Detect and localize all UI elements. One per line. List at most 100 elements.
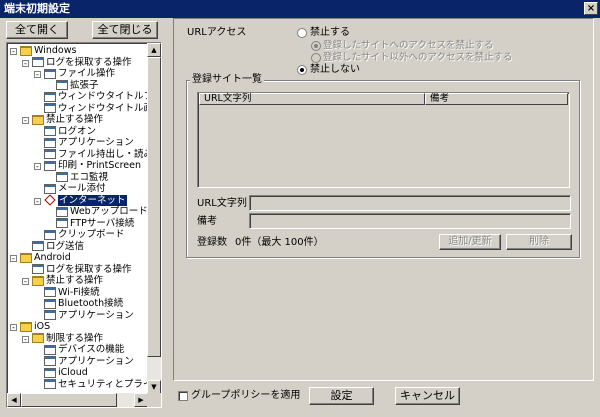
tree-item[interactable]: - iOS <box>10 321 50 333</box>
group-policy-label[interactable]: グループポリシーを適用 <box>191 390 300 402</box>
page-icon <box>44 126 56 136</box>
vertical-scroll-thumb[interactable] <box>147 57 161 357</box>
column-header-url[interactable]: URL文字列 <box>199 93 425 105</box>
tree-item-label: Wi-Fi接続 <box>58 286 100 298</box>
tree-item[interactable]: メール添付 <box>44 183 106 195</box>
add-update-button[interactable]: 追加/更新 <box>439 234 501 250</box>
tree-item[interactable]: - 制限する操作 <box>22 333 103 345</box>
tree-item[interactable]: - インターネット <box>34 194 127 207</box>
radio-allow[interactable] <box>297 65 307 75</box>
tree-item[interactable]: Bluetooth接続 <box>44 298 123 310</box>
registered-sites-list[interactable]: URL文字列 備考 <box>197 92 570 188</box>
tree-horizontal-scrollbar[interactable]: ◀ ▶ <box>7 393 148 407</box>
note-label: 備考 <box>197 216 217 227</box>
tree-item[interactable]: - 禁止する操作 <box>22 275 103 287</box>
tree-item[interactable]: - ログを採取する操作 <box>22 57 132 69</box>
settings-tree[interactable]: -Windows-ログを採取する操作-ファイル操作拡張子ウィンドウタイトルフィル… <box>6 42 162 408</box>
registered-sites-title: 登録サイト一覧 <box>190 74 264 86</box>
page-icon <box>44 379 56 389</box>
scroll-corner <box>147 393 161 407</box>
collapse-toggle-icon[interactable]: - <box>22 335 29 343</box>
cancel-button[interactable]: キャンセル <box>395 387 460 405</box>
tree-item-label: FTPサーバ接続 <box>70 217 135 229</box>
radio-prohibit-label[interactable]: 禁止する <box>310 27 350 39</box>
url-string-field[interactable] <box>249 195 571 211</box>
collapse-toggle-icon[interactable]: - <box>10 324 17 332</box>
ok-button[interactable]: 設定 <box>309 387 374 405</box>
tree-item[interactable]: デバイスの機能 <box>44 344 124 356</box>
radio-prohibit-unregistered[interactable] <box>311 53 321 63</box>
tree-item-label: メール添付 <box>58 183 106 194</box>
tree-item[interactable]: エコ監視 <box>56 172 108 184</box>
collapse-toggle-icon[interactable]: - <box>10 48 17 56</box>
collapse-toggle-icon[interactable]: - <box>10 255 17 263</box>
page-icon <box>56 172 68 182</box>
collapse-toggle-icon[interactable]: - <box>22 278 29 286</box>
tree-item[interactable]: アプリケーション <box>44 356 134 368</box>
tree-item[interactable]: - Windows <box>10 45 76 57</box>
scroll-down-icon[interactable]: ▼ <box>147 380 161 394</box>
radio-allow-label[interactable]: 禁止しない <box>310 64 360 76</box>
folder-icon <box>32 333 44 343</box>
column-header-note[interactable]: 備考 <box>425 93 568 105</box>
tree-item-label: クリップボード <box>58 229 125 240</box>
tree-item[interactable]: クリップボード <box>44 229 125 241</box>
page-icon <box>56 218 68 228</box>
scroll-right-icon[interactable]: ▶ <box>134 393 148 407</box>
page-icon <box>44 229 56 240</box>
note-field[interactable] <box>249 213 571 229</box>
page-icon <box>44 356 56 366</box>
tree-item[interactable]: - 印刷・PrintScreen <box>34 160 141 172</box>
tree-item[interactable]: Wi-Fi接続 <box>44 287 100 299</box>
delete-button[interactable]: 削除 <box>506 234 572 250</box>
radio-prohibit-registered[interactable] <box>311 41 321 51</box>
tree-item[interactable]: アプリケーション <box>44 310 134 322</box>
folder-icon <box>32 275 44 286</box>
tree-item-label: エコ監視 <box>70 171 109 183</box>
tree-item[interactable]: ファイル持出し・読み込 <box>44 149 148 161</box>
horizontal-scroll-thumb[interactable] <box>21 393 117 407</box>
tree-item-label: インターネット <box>58 194 127 206</box>
collapse-toggle-icon[interactable]: - <box>34 71 41 79</box>
collapse-all-button[interactable]: 全て閉じる <box>92 21 158 39</box>
collapse-toggle-icon[interactable]: - <box>34 163 41 171</box>
tree-item[interactable]: ログオン <box>44 126 96 138</box>
page-icon <box>44 160 56 171</box>
tree-item-label: アプリケーション <box>58 137 134 148</box>
expand-all-button[interactable]: 全て開く <box>6 21 68 39</box>
tree-vertical-scrollbar[interactable]: ▲ ▼ <box>147 43 161 394</box>
tree-item[interactable]: 拡張子 <box>56 80 99 92</box>
tree-item[interactable]: ウィンドウタイトルフィル <box>44 91 148 103</box>
collapse-toggle-icon[interactable]: - <box>22 117 29 125</box>
group-policy-checkbox[interactable] <box>178 391 188 401</box>
tree-item[interactable]: iCloud <box>44 367 88 379</box>
tree-item[interactable]: - Android <box>10 252 71 264</box>
page-icon <box>32 241 44 251</box>
collapse-toggle-icon[interactable]: - <box>34 197 41 205</box>
page-icon <box>44 103 56 113</box>
tree-item[interactable]: FTPサーバ接続 <box>56 218 134 230</box>
tree-item[interactable]: Webアップロード・ダ <box>56 206 148 218</box>
close-button[interactable]: × <box>584 2 598 15</box>
collapse-toggle-icon[interactable]: - <box>22 59 29 67</box>
tree-item-label: ログを採取する操作 <box>46 263 132 275</box>
scroll-left-icon[interactable]: ◀ <box>7 393 21 407</box>
tree-item[interactable]: セキュリティとプライバシ <box>44 379 148 391</box>
tree-item[interactable]: - 禁止する操作 <box>22 114 103 126</box>
scroll-up-icon[interactable]: ▲ <box>147 43 161 57</box>
tree-item[interactable]: ログ送信 <box>32 241 84 253</box>
folder-icon <box>20 45 32 56</box>
tree-item-label: ログオン <box>58 125 97 137</box>
page-icon <box>32 264 44 274</box>
tree-item[interactable]: ウィンドウタイトル画面キ <box>44 103 148 115</box>
tree-item-label: デバイスの機能 <box>58 344 125 355</box>
radio-prohibit[interactable] <box>297 28 307 38</box>
tree-item-label: アプリケーション <box>58 309 134 321</box>
tree-item[interactable]: ログを採取する操作 <box>32 264 132 276</box>
tree-item[interactable]: アプリケーション <box>44 137 134 149</box>
radio-prohibit-unregistered-label[interactable]: 登録したサイト以外へのアクセスを禁止する <box>323 52 513 64</box>
page-icon <box>44 367 56 378</box>
tree-item[interactable]: - ファイル操作 <box>34 68 115 80</box>
page-icon <box>44 137 56 148</box>
radio-prohibit-registered-label[interactable]: 登録したサイトへのアクセスを禁止する <box>323 40 494 52</box>
